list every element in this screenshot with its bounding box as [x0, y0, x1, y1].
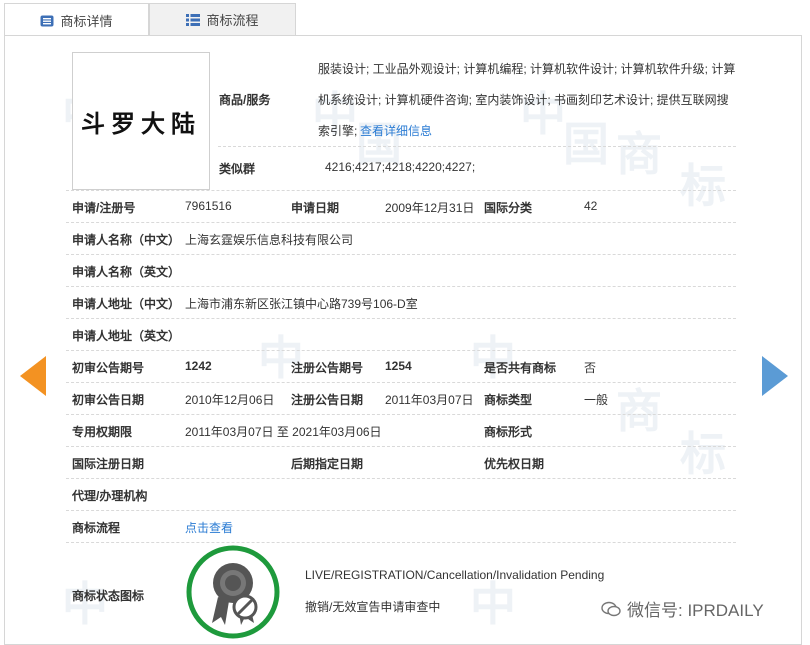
document-icon — [40, 15, 54, 26]
address-cn-label: 申请人地址（中文） — [72, 297, 181, 311]
divider — [66, 286, 736, 287]
app-date-value: 2009年12月31日 — [385, 201, 475, 215]
divider — [218, 146, 736, 147]
divider — [66, 190, 736, 191]
tab-trademark-process[interactable]: 商标流程 — [149, 3, 296, 35]
applicant-en-label: 申请人名称（英文） — [72, 265, 181, 279]
trademark-status-icon — [186, 545, 280, 639]
divider — [66, 382, 736, 383]
applicant-cn-value: 上海玄霆娱乐信息科技有限公司 — [185, 233, 354, 247]
tm-type-label: 商标类型 — [484, 393, 533, 407]
shared-label: 是否共有商标 — [484, 361, 557, 375]
divider — [66, 478, 736, 479]
divider — [66, 254, 736, 255]
divider — [66, 350, 736, 351]
divider — [66, 318, 736, 319]
reg-ann-no-label: 注册公告期号 — [291, 361, 364, 375]
watermark: 商 — [616, 384, 662, 438]
trademark-text: 斗罗大陆 — [81, 108, 201, 138]
wechat-watermark: 微信号: IPRDAILY — [601, 596, 764, 621]
next-arrow-icon[interactable] — [762, 356, 788, 396]
goods-line: 索引擎; — [318, 124, 358, 138]
reg-no-label: 申请/注册号 — [72, 201, 136, 215]
divider — [66, 222, 736, 223]
intl-class-label: 国际分类 — [484, 201, 533, 215]
watermark: 标 — [680, 159, 726, 213]
later-date-label: 后期指定日期 — [291, 457, 364, 471]
wechat-icon — [601, 601, 621, 616]
trademark-image: 斗罗大陆 — [72, 52, 210, 190]
similar-group-label: 类似群 — [219, 162, 256, 176]
address-cn-value: 上海市浦东新区张江镇中心路739号106-D室 — [185, 297, 418, 311]
watermark: 标 — [680, 427, 726, 481]
reg-no-value: 7961516 — [185, 199, 232, 213]
address-en-label: 申请人地址（英文） — [72, 329, 181, 343]
status-icon-label: 商标状态图标 — [72, 589, 145, 603]
app-date-label: 申请日期 — [291, 201, 340, 215]
watermark: 商 — [616, 127, 662, 181]
watermark: 中 — [520, 87, 566, 141]
view-details-link[interactable]: 查看详细信息 — [360, 122, 432, 139]
shared-value: 否 — [584, 361, 597, 375]
divider — [66, 510, 736, 511]
wechat-text: 微信号: IPRDAILY — [627, 601, 764, 620]
exclusive-value: 2011年03月07日 至 2021年03月06日 — [185, 425, 382, 439]
agency-label: 代理/办理机构 — [72, 489, 148, 503]
tab-trademark-details[interactable]: 商标详情 — [4, 3, 149, 37]
divider — [66, 446, 736, 447]
tab-label: 商标流程 — [206, 13, 259, 28]
watermark: 国 — [563, 117, 609, 171]
divider — [66, 542, 736, 543]
view-process-link[interactable]: 点击查看 — [185, 519, 233, 536]
prelim-no-label: 初审公告期号 — [72, 361, 145, 375]
reg-ann-no-value: 1254 — [385, 359, 412, 373]
similar-group-value: 4216;4217;4218;4220;4227; — [325, 160, 476, 174]
tab-label: 商标详情 — [60, 14, 113, 29]
goods-label: 商品/服务 — [219, 93, 271, 107]
prelim-date-value: 2010年12月06日 — [185, 393, 275, 407]
goods-line: 服装设计; 工业品外观设计; 计算机编程; 计算机软件设计; 计算机软件升级; … — [318, 62, 736, 76]
watermark: 中 — [258, 331, 304, 385]
intl-class-value: 42 — [584, 199, 598, 213]
tm-type-value: 一般 — [584, 393, 609, 407]
status-cn: 撤销/无效宣告申请审查中 — [305, 600, 441, 614]
watermark: 中 — [470, 331, 516, 385]
tm-form-label: 商标形式 — [484, 425, 533, 439]
reg-ann-date-value: 2011年03月07日 — [385, 393, 474, 407]
intl-reg-date-label: 国际注册日期 — [72, 457, 145, 471]
process-label: 商标流程 — [72, 521, 121, 535]
prelim-no-value: 1242 — [185, 359, 212, 373]
divider — [66, 414, 736, 415]
priority-label: 优先权日期 — [484, 457, 545, 471]
reg-ann-date-label: 注册公告日期 — [291, 393, 364, 407]
list-icon — [186, 13, 201, 26]
prelim-date-label: 初审公告日期 — [72, 393, 145, 407]
exclusive-label: 专用权期限 — [72, 425, 133, 439]
status-en: LIVE/REGISTRATION/Cancellation/Invalidat… — [305, 568, 605, 582]
prev-arrow-icon[interactable] — [20, 356, 46, 396]
goods-line: 机系统设计; 计算机硬件咨询; 室内装饰设计; 书画刻印艺术设计; 提供互联网搜 — [318, 93, 729, 107]
applicant-cn-label: 申请人名称（中文） — [72, 233, 181, 247]
